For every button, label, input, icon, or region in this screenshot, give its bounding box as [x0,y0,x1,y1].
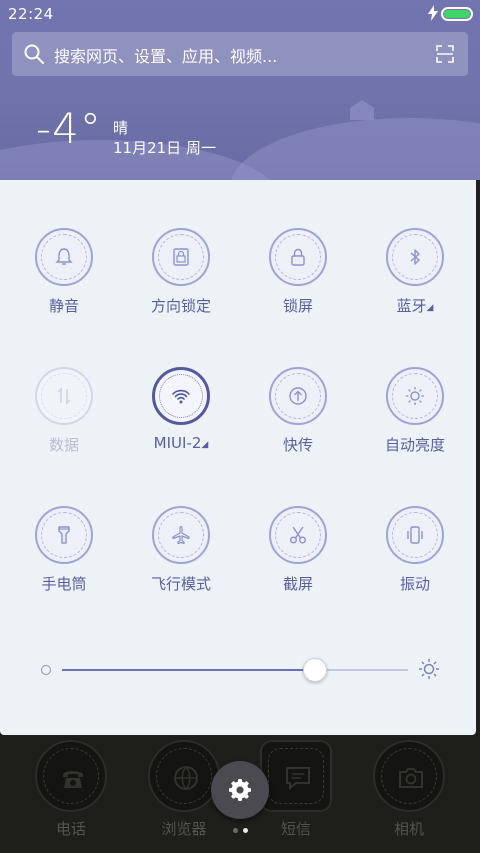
messages-icon [260,740,332,812]
wifi-icon [152,367,210,425]
status-bar: 22:24 [0,0,480,28]
toggle-label-with-menu: 蓝牙◢ [360,295,470,316]
toggle-rotation-lock[interactable]: 方向锁定 [126,228,236,316]
toggle-label-with-menu: MIUI-2◢ [126,434,236,452]
toggle-screenshot[interactable]: 截屏 [243,506,353,594]
toggle-label: 数据 [48,436,79,454]
toggle-vibrate[interactable]: 振动 [360,506,470,594]
menu-marker: ◢ [426,303,434,313]
bolt-icon [428,5,438,21]
flashlight-icon [35,506,93,564]
toggle-mobile-data[interactable]: 数据 [9,367,119,455]
toggle-label: 蓝牙 [396,297,427,315]
bell-icon [35,228,93,286]
dock-label: 短信 [280,820,311,838]
toggle-label: 锁屏 [282,297,313,315]
toggle-label: MIUI-2 [153,434,202,452]
mobile-data-icon [35,367,93,425]
vibrate-icon [386,506,444,564]
phone-icon [35,740,107,812]
house-silhouette [350,100,374,120]
scan-icon[interactable] [436,45,454,63]
auto-brightness-icon [386,367,444,425]
rotation-lock-icon [152,228,210,286]
airplane-icon [152,506,210,564]
battery-level [444,10,470,18]
page-dot [232,828,238,833]
dock-label: 浏览器 [161,820,207,838]
toggle-airplane-mode[interactable]: 飞行模式 [126,506,236,594]
settings-button[interactable] [211,761,269,819]
brightness-fill [62,669,315,671]
brightness-low-icon [41,665,51,675]
battery-icon [441,7,473,21]
lock-icon [269,228,327,286]
menu-marker: ◢ [201,440,209,450]
toggle-label: 方向锁定 [150,297,211,315]
weather-date: 11月21日 周一 [113,139,216,157]
camera-icon [373,740,445,812]
toggle-label: 振动 [399,575,430,593]
quick-settings-panel: 静音 方向锁定 锁屏 蓝牙◢ 数据 MIUI-2◢ 快传 自动亮度 手电筒 飞行… [0,180,476,735]
dock-app-camera[interactable]: 相机 [364,740,454,839]
toggle-lock-screen[interactable]: 锁屏 [243,228,353,316]
toggle-label: 手电筒 [41,575,87,593]
toggle-label: 截屏 [282,575,313,593]
dock-label: 相机 [393,820,424,838]
wallpaper-hill [230,118,480,180]
bluetooth-icon [386,228,444,286]
page-dot [242,828,248,833]
toggle-wifi[interactable]: MIUI-2◢ [126,367,236,452]
temperature: -4° [36,104,102,153]
search-icon [24,44,44,64]
share-icon [269,367,327,425]
toggle-mute[interactable]: 静音 [9,228,119,316]
toggle-bluetooth[interactable]: 蓝牙◢ [360,228,470,316]
dock-app-phone[interactable]: 电话 [26,740,116,839]
weather-condition: 晴 [113,119,129,137]
dock-label: 电话 [55,820,86,838]
browser-icon [148,740,220,812]
toggle-label: 静音 [48,297,79,315]
toggle-label: 自动亮度 [384,436,445,454]
status-time: 22:24 [8,5,54,23]
brightness-slider[interactable] [62,658,408,682]
gear-icon [228,778,252,802]
search-placeholder: 搜索网页、设置、应用、视频... [54,47,278,66]
toggle-label: 飞行模式 [150,575,211,593]
toggle-flashlight[interactable]: 手电筒 [9,506,119,594]
search-bar[interactable]: 搜索网页、设置、应用、视频... [12,32,468,76]
toggle-quick-share[interactable]: 快传 [243,367,353,455]
brightness-thumb[interactable] [302,658,327,682]
scissors-icon [269,506,327,564]
toggle-label: 快传 [282,436,313,454]
toggle-auto-brightness[interactable]: 自动亮度 [360,367,470,455]
brightness-high-icon [419,659,439,679]
